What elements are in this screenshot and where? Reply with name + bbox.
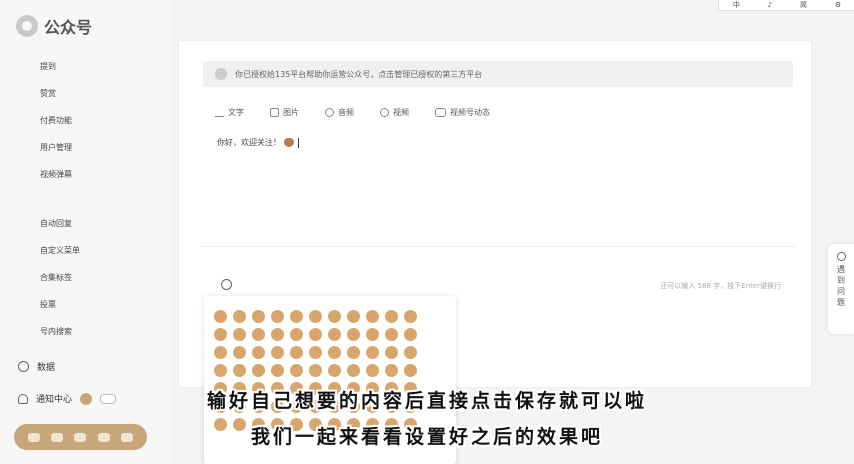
audio-icon — [325, 108, 334, 117]
emoji-option[interactable] — [214, 346, 227, 359]
emoji-option[interactable] — [404, 310, 417, 323]
emoji-option[interactable] — [366, 364, 379, 377]
image-icon — [270, 108, 279, 117]
emoji-option[interactable] — [252, 310, 265, 323]
emoji-option[interactable] — [309, 364, 322, 377]
emoji-option[interactable] — [214, 364, 227, 377]
emoji-inserted-icon — [283, 138, 294, 147]
divider — [201, 246, 796, 247]
emoji-option[interactable] — [214, 328, 227, 341]
sidebar-item-auto-reply[interactable]: 自动回复 — [40, 215, 80, 242]
video-subtitle-line-2: 我们一起来看看设置好之后的效果吧 — [250, 426, 603, 448]
authorization-notice[interactable]: 你已授权给135平台帮助你运营公众号，点击管理已授权的第三方平台 — [203, 61, 793, 87]
tab-text[interactable]: 文字 — [215, 107, 244, 118]
question-icon — [836, 252, 846, 261]
data-icon — [18, 361, 29, 372]
authorization-notice-text: 你已授权给135平台帮助你运营公众号，点击管理已授权的第三方平台 — [235, 69, 483, 79]
tab-video[interactable]: 视频 — [380, 107, 409, 118]
emoji-option[interactable] — [290, 328, 303, 341]
emoji-option[interactable] — [385, 328, 398, 341]
emoji-option[interactable] — [309, 328, 322, 341]
emoji-option[interactable] — [385, 310, 398, 323]
emoji-option[interactable] — [328, 310, 341, 323]
help-button[interactable]: 遇 到 问 题 — [828, 244, 854, 334]
char-count-hint: 还可以输入 588 字，按下Enter键换行 — [660, 282, 781, 290]
emoji-option[interactable] — [366, 310, 379, 323]
logo[interactable]: 公众号 — [16, 14, 92, 38]
emoji-option[interactable] — [271, 328, 284, 341]
channels-icon — [435, 108, 446, 117]
sidebar-item-data-label: 数据 — [37, 363, 56, 373]
sidebar-item-in-account-search[interactable]: 号内搜索 — [40, 323, 80, 350]
emoji-option[interactable] — [347, 310, 360, 323]
emoji-option[interactable] — [347, 364, 360, 377]
tab-audio[interactable]: 音频 — [325, 107, 354, 118]
emoji-option[interactable] — [404, 328, 417, 341]
emoji-option[interactable] — [233, 364, 246, 377]
emoji-option[interactable] — [309, 310, 322, 323]
tab-image[interactable]: 图片 — [270, 107, 299, 118]
emoji-option[interactable] — [252, 328, 265, 341]
emoji-option[interactable] — [347, 328, 360, 341]
emoji-option[interactable] — [233, 346, 246, 359]
sidebar-item-collection-tags[interactable]: 合集标签 — [40, 269, 80, 296]
emoji-option[interactable] — [328, 364, 341, 377]
video-subtitle-line-1: 输好自己想要的内容后直接点击保存就可以啦 — [206, 390, 647, 412]
sidebar-item-data[interactable]: 数据 — [18, 360, 55, 373]
ime-settings-icon[interactable]: ⚙ — [835, 1, 841, 9]
emoji-option[interactable] — [252, 364, 265, 377]
video-icon — [380, 108, 389, 117]
emoji-option[interactable] — [404, 346, 417, 359]
emoji-option[interactable] — [385, 346, 398, 359]
sidebar-item-user-management[interactable]: 用户管理 — [40, 139, 80, 166]
ime-lang[interactable]: 中 — [733, 1, 740, 9]
text-caret — [298, 137, 300, 148]
reply-text: 你好，欢迎关注！ — [217, 138, 281, 147]
sidebar-item-mentions[interactable]: 提到 — [40, 58, 80, 85]
sidebar-item-paid-features[interactable]: 付费功能 — [40, 112, 80, 139]
emoji-option[interactable] — [271, 346, 284, 359]
logo-text: 公众号 — [44, 18, 93, 37]
emoji-option[interactable] — [233, 328, 246, 341]
emoji-option[interactable] — [290, 310, 303, 323]
sidebar-item-vote[interactable]: 投票 — [40, 296, 80, 323]
sidebar-item-custom-menu[interactable]: 自定义菜单 — [40, 242, 80, 269]
content-type-tabs: 文字 图片 音频 视频 视频号动态 — [215, 107, 490, 118]
emoji-option[interactable] — [233, 310, 246, 323]
info-icon — [215, 68, 227, 80]
emoji-option[interactable] — [385, 364, 398, 377]
emoji-option[interactable] — [290, 346, 303, 359]
emoji-option[interactable] — [366, 328, 379, 341]
ime-simplified[interactable]: 简 — [800, 1, 807, 9]
emoji-option[interactable] — [290, 364, 303, 377]
ime-voice-icon[interactable]: ♪ — [768, 1, 772, 9]
reply-text-editor[interactable]: 你好，欢迎关注！ — [217, 137, 300, 148]
sidebar-nav: 提到 赞赏 付费功能 用户管理 视频弹幕 自动回复 自定义菜单 合集标签 投票 … — [40, 58, 80, 350]
emoji-option[interactable] — [328, 346, 341, 359]
emoji-option[interactable] — [309, 346, 322, 359]
text-icon — [215, 108, 224, 117]
emoji-option[interactable] — [404, 364, 417, 377]
emoji-option[interactable] — [366, 346, 379, 359]
tab-channels[interactable]: 视频号动态 — [435, 107, 490, 118]
emoji-option[interactable] — [252, 346, 265, 359]
emoji-option[interactable] — [347, 346, 360, 359]
sidebar-item-video-danmaku[interactable]: 视频弹幕 — [40, 166, 80, 193]
emoji-option[interactable] — [214, 310, 227, 323]
ime-toolbar[interactable]: 中 ♪ 简 ⚙ — [718, 0, 854, 11]
emoji-picker-icon[interactable] — [221, 279, 232, 290]
sidebar-item-reward[interactable]: 赞赏 — [40, 85, 80, 112]
emoji-option[interactable] — [271, 364, 284, 377]
emoji-option[interactable] — [328, 328, 341, 341]
emoji-option[interactable] — [271, 310, 284, 323]
wechat-logo-icon — [16, 15, 38, 37]
